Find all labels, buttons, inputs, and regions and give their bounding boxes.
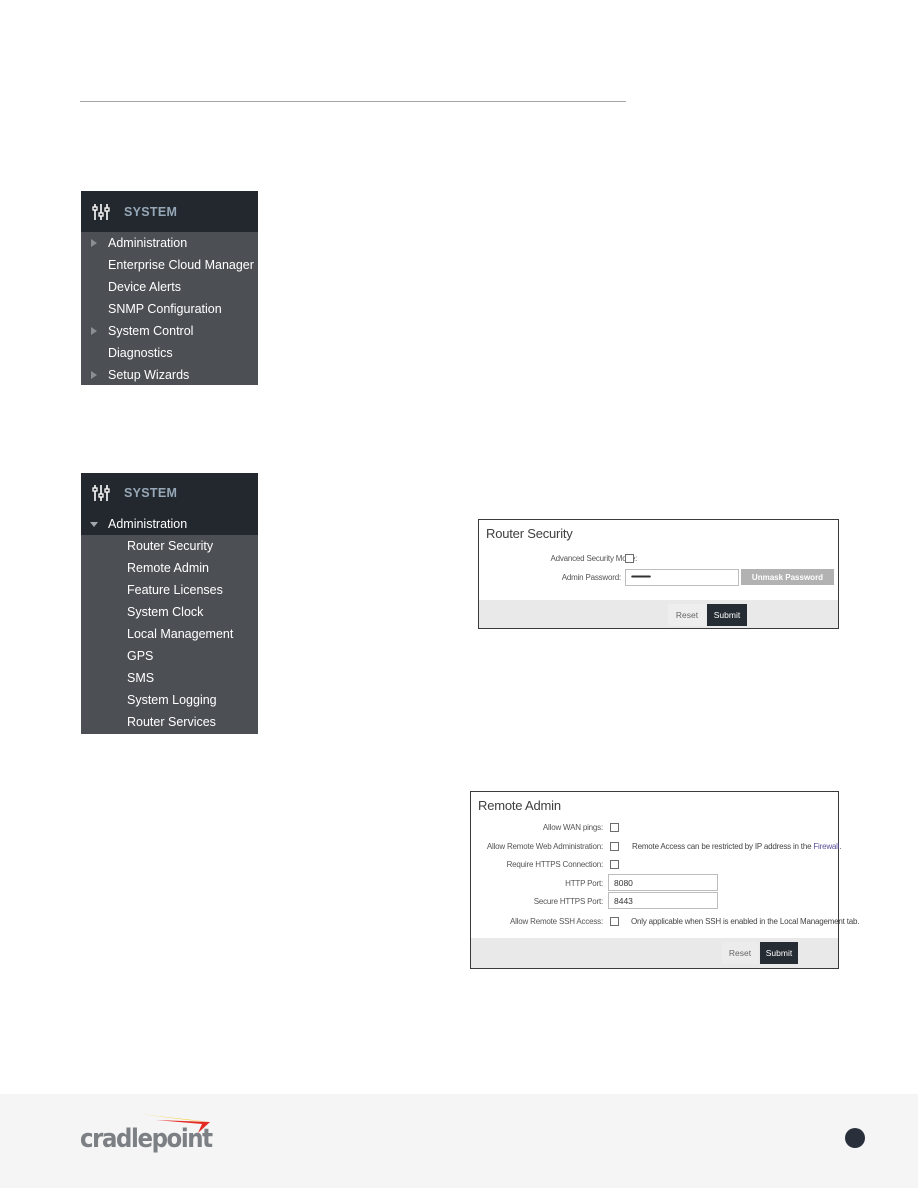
- admin-password-label: Admin Password:: [561, 573, 621, 582]
- panel-action-bar: Reset Submit: [471, 938, 838, 968]
- submenu-item-label: Router Services: [127, 715, 216, 729]
- submenu-item-system-clock[interactable]: System Clock: [81, 601, 258, 623]
- menu-item-label: Administration: [108, 236, 188, 250]
- submenu-item-label: Router Security: [127, 539, 214, 553]
- submenu-item-gps[interactable]: GPS: [81, 645, 258, 667]
- unmask-password-button[interactable]: Unmask Password: [741, 569, 834, 585]
- http-port-input[interactable]: 8080: [608, 874, 718, 891]
- require-https-label: Require HTTPS Connection:: [506, 860, 604, 869]
- submenu-item-feature-licenses[interactable]: Feature Licenses: [81, 579, 258, 601]
- menu-item-administration[interactable]: Administration: [81, 232, 258, 254]
- require-https-checkbox[interactable]: [610, 860, 619, 869]
- remote-admin-panel: Remote Admin Allow WAN pings: Allow Remo…: [470, 791, 859, 969]
- hint-text: Remote Access can be restricted by IP ad…: [632, 842, 814, 851]
- remote-ssh-label: Allow Remote SSH Access:: [509, 917, 603, 926]
- firewall-link[interactable]: Firewall: [813, 842, 839, 851]
- menu-item-administration[interactable]: Administration: [81, 513, 258, 535]
- admin-password-input[interactable]: ••••••••••••••••••••••••••••••••••••••••: [625, 569, 739, 586]
- advanced-security-checkbox[interactable]: [625, 554, 634, 563]
- reset-button[interactable]: Reset: [668, 604, 706, 626]
- system-menu-collapsed: SYSTEM Administration Enterprise Cloud M…: [81, 191, 258, 385]
- http-port-label: HTTP Port:: [565, 879, 603, 888]
- submenu-item-local-management[interactable]: Local Management: [81, 623, 258, 645]
- menu-item-label: Administration: [108, 517, 188, 531]
- header-divider: [80, 101, 626, 102]
- system-menu-header[interactable]: SYSTEM: [81, 191, 258, 232]
- submenu-item-label: GPS: [127, 649, 154, 663]
- panel-title: Router Security: [486, 526, 573, 541]
- sliders-icon: [92, 485, 110, 501]
- page-number-dot: [845, 1128, 865, 1148]
- menu-item-setup-wizards[interactable]: Setup Wizards: [81, 364, 258, 386]
- caret-right-icon: [91, 327, 97, 335]
- menu-item-enterprise-cloud-manager[interactable]: Enterprise Cloud Manager: [81, 254, 258, 276]
- caret-right-icon: [91, 371, 97, 379]
- menu-item-system-control[interactable]: System Control: [81, 320, 258, 342]
- cradlepoint-logo: cradlepoint: [80, 1112, 220, 1156]
- menu-item-label: Device Alerts: [108, 280, 181, 294]
- caret-right-icon: [91, 239, 97, 247]
- router-security-panel: Router Security Advanced Security Mode: …: [478, 519, 839, 629]
- submenu-item-label: SMS: [127, 671, 155, 685]
- menu-item-label: Diagnostics: [108, 346, 173, 360]
- menu-item-device-alerts[interactable]: Device Alerts: [81, 276, 258, 298]
- submenu-item-system-logging[interactable]: System Logging: [81, 689, 258, 711]
- system-menu-header[interactable]: SYSTEM: [81, 473, 258, 513]
- menu-item-snmp-configuration[interactable]: SNMP Configuration: [81, 298, 258, 320]
- remote-ssh-checkbox[interactable]: [610, 917, 619, 926]
- reset-button[interactable]: Reset: [722, 942, 758, 964]
- https-port-label: Secure HTTPS Port:: [533, 897, 604, 906]
- remote-web-admin-checkbox[interactable]: [610, 842, 619, 851]
- submenu-item-router-services[interactable]: Router Services: [81, 711, 258, 733]
- remote-web-admin-label: Allow Remote Web Administration:: [486, 842, 603, 851]
- menu-item-label: SNMP Configuration: [108, 302, 222, 316]
- menu-item-label: Setup Wizards: [108, 368, 190, 382]
- sliders-icon: [92, 203, 110, 220]
- menu-title: SYSTEM: [124, 486, 178, 500]
- hint-end: .: [839, 842, 842, 851]
- logo-text: cradlepoint: [80, 1124, 213, 1154]
- menu-item-label: System Control: [108, 324, 194, 338]
- submenu-item-label: System Clock: [127, 605, 204, 619]
- submenu-item-label: Feature Licenses: [127, 583, 223, 597]
- panel-action-bar: Reset Submit: [479, 600, 838, 628]
- https-port-input[interactable]: 8443: [608, 892, 718, 909]
- system-menu-expanded: SYSTEM Administration Router Security Re…: [81, 473, 258, 734]
- submenu-item-label: System Logging: [127, 693, 217, 707]
- wan-pings-label: Allow WAN pings:: [542, 823, 603, 832]
- menu-item-diagnostics[interactable]: Diagnostics: [81, 342, 258, 364]
- panel-title: Remote Admin: [478, 798, 561, 813]
- remote-web-admin-hint: Remote Access can be restricted by IP ad…: [632, 842, 842, 851]
- caret-down-icon: [90, 522, 98, 527]
- submenu-item-router-security[interactable]: Router Security: [81, 535, 258, 557]
- submit-button[interactable]: Submit: [707, 604, 747, 626]
- menu-title: SYSTEM: [124, 204, 178, 219]
- submenu-item-label: Local Management: [127, 627, 234, 641]
- remote-ssh-hint: Only applicable when SSH is enabled in t…: [631, 917, 860, 926]
- submenu-item-label: Remote Admin: [127, 561, 209, 575]
- menu-item-label: Enterprise Cloud Manager: [108, 258, 254, 272]
- submenu-item-remote-admin[interactable]: Remote Admin: [81, 557, 258, 579]
- submit-button[interactable]: Submit: [760, 942, 798, 964]
- page-footer: cradlepoint: [0, 1094, 918, 1188]
- submenu-item-sms[interactable]: SMS: [81, 667, 258, 689]
- wan-pings-checkbox[interactable]: [610, 823, 619, 832]
